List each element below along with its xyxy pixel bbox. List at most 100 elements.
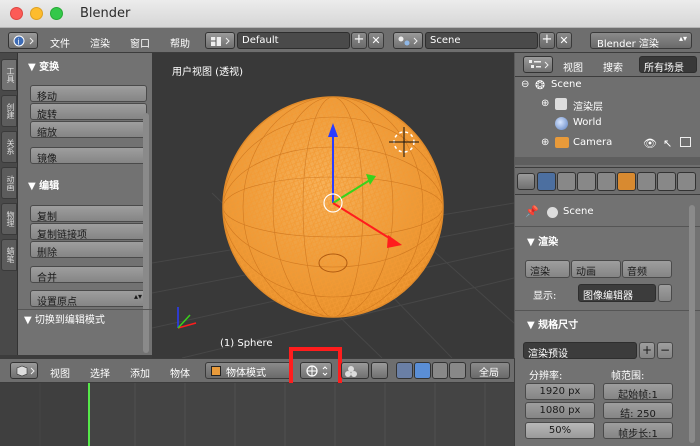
- outliner-filter-select[interactable]: 所有场景: [639, 56, 697, 74]
- set-origin-select[interactable]: 设置原点 ▴▾: [30, 290, 147, 308]
- data-tab-icon[interactable]: [677, 172, 696, 191]
- delete-scene-icon[interactable]: ✕: [556, 32, 572, 49]
- move-button[interactable]: 移动: [30, 85, 147, 103]
- properties-editor-icon[interactable]: [517, 173, 535, 190]
- editor-type-icon[interactable]: i: [8, 32, 38, 49]
- scene-tab-icon[interactable]: [577, 172, 596, 191]
- manipulator-toggle-icon[interactable]: [371, 362, 388, 379]
- menu-window[interactable]: 窗口: [130, 35, 150, 50]
- pivot-point-icon[interactable]: [341, 362, 369, 379]
- menu-add[interactable]: 添加: [130, 365, 150, 380]
- tab-animation[interactable]: 动画: [1, 167, 17, 199]
- toolshelf-scrollbar[interactable]: [143, 113, 149, 353]
- render-animation-button[interactable]: 动画: [571, 260, 621, 278]
- screen-layout-icon[interactable]: [205, 32, 235, 49]
- zoom-window-button[interactable]: [50, 7, 63, 20]
- render-panel-toggle[interactable]: ▼ 渲染: [527, 233, 558, 248]
- scene-icon: ❂: [535, 78, 546, 92]
- lock-icon[interactable]: [658, 284, 672, 302]
- resolution-percent-slider[interactable]: 50%: [525, 422, 595, 439]
- add-screen-icon[interactable]: +: [351, 32, 367, 49]
- visibility-eye-icon[interactable]: 👁: [643, 137, 657, 150]
- properties-scrollbar[interactable]: [689, 205, 695, 443]
- select-arrow-icon[interactable]: ↖: [663, 137, 672, 150]
- end-frame-field[interactable]: 结: 250: [603, 402, 673, 420]
- duplicate-linked-button[interactable]: 复制链接项: [30, 223, 147, 241]
- tab-grease-pencil[interactable]: 蜡笔: [1, 239, 17, 271]
- set-origin-label: 设置原点: [37, 297, 77, 308]
- operator-panel-toggle[interactable]: ▼ 切换到编辑模式: [24, 311, 105, 326]
- menu-select[interactable]: 选择: [90, 365, 110, 380]
- outliner-search-menu[interactable]: 搜索: [603, 59, 623, 74]
- mode-select[interactable]: 物体模式: [205, 362, 293, 379]
- object-tab-icon[interactable]: [617, 172, 636, 191]
- render-preset-select[interactable]: 渲染预设: [523, 342, 637, 360]
- transform-orientation-select[interactable]: 全局: [470, 362, 510, 379]
- toolshelf-tabs: 工具 创建 关系 动画 物理 蜡笔: [0, 53, 18, 355]
- close-window-button[interactable]: [10, 7, 23, 20]
- mirror-button[interactable]: 镜像: [30, 147, 147, 165]
- scene-field[interactable]: Scene: [425, 32, 538, 49]
- axes-icon[interactable]: [396, 362, 413, 379]
- menu-view[interactable]: 视图: [50, 365, 70, 380]
- delete-button[interactable]: 删除: [30, 241, 147, 259]
- modifiers-tab-icon[interactable]: [657, 172, 676, 191]
- scene-icon[interactable]: [393, 32, 423, 49]
- outliner-view-menu[interactable]: 视图: [563, 59, 583, 74]
- screen-layout-field[interactable]: Default: [237, 32, 350, 49]
- translate-icon[interactable]: [413, 362, 431, 379]
- menu-render[interactable]: 渲染: [90, 35, 110, 50]
- tab-physics[interactable]: 物理: [1, 203, 17, 235]
- timeline-grid: [0, 383, 486, 446]
- tab-relations[interactable]: 关系: [1, 131, 17, 163]
- pin-icon[interactable]: 📌: [525, 205, 539, 218]
- expand-icon[interactable]: ⊕: [541, 98, 549, 109]
- 3d-view-editor-icon[interactable]: [10, 362, 38, 379]
- outliner-editor-icon[interactable]: [523, 56, 553, 73]
- expand-icon[interactable]: ⊕: [541, 137, 549, 148]
- render-tab-icon[interactable]: [537, 172, 556, 191]
- resolution-y-field[interactable]: 1080 px: [525, 402, 595, 419]
- tab-tools[interactable]: 工具: [1, 59, 17, 91]
- join-button[interactable]: 合并: [30, 266, 147, 284]
- outliner-row-camera[interactable]: ⊕ Camera 👁 ↖: [515, 137, 700, 156]
- add-preset-icon[interactable]: +: [639, 342, 655, 359]
- render-engine-select[interactable]: Blender 渲染 ▴▾: [590, 32, 692, 50]
- timeline[interactable]: [0, 383, 514, 446]
- world-tab-icon[interactable]: [597, 172, 616, 191]
- outliner-hscrollbar[interactable]: [515, 157, 700, 165]
- edit-panel-toggle[interactable]: ▼ 编辑: [28, 177, 59, 192]
- add-scene-icon[interactable]: +: [539, 32, 555, 49]
- menu-help[interactable]: 帮助: [170, 35, 190, 50]
- menu-object[interactable]: 物体: [170, 365, 190, 380]
- scale-icon[interactable]: [449, 362, 466, 379]
- start-frame-field[interactable]: 起始帧:1: [603, 383, 673, 401]
- render-layers-tab-icon[interactable]: [557, 172, 576, 191]
- render-panel-title: 渲染: [538, 237, 559, 248]
- menu-file[interactable]: 文件: [50, 35, 70, 50]
- collapse-icon[interactable]: ⊖: [521, 79, 529, 90]
- axis-widget: [177, 307, 197, 329]
- tab-create[interactable]: 创建: [1, 95, 17, 127]
- audio-button[interactable]: 音频: [622, 260, 672, 278]
- rotate-icon[interactable]: [431, 362, 449, 379]
- scale-button[interactable]: 缩放: [30, 121, 147, 139]
- constraints-tab-icon[interactable]: [637, 172, 656, 191]
- outliner-row-scene[interactable]: ⊖ ❂ Scene: [515, 78, 700, 98]
- frame-step-field[interactable]: 帧步长:1: [603, 422, 673, 440]
- render-image-button[interactable]: 渲染: [525, 260, 570, 278]
- remove-preset-icon[interactable]: −: [657, 342, 673, 359]
- rotate-button[interactable]: 旋转: [30, 103, 147, 121]
- display-select[interactable]: 图像编辑器: [578, 284, 656, 302]
- dimensions-panel-toggle[interactable]: ▼ 规格尺寸: [527, 316, 578, 331]
- minimize-window-button[interactable]: [30, 7, 43, 20]
- duplicate-button[interactable]: 复制: [30, 205, 147, 223]
- panel-divider: [515, 226, 700, 227]
- resolution-x-field[interactable]: 1920 px: [525, 383, 595, 400]
- transform-panel-toggle[interactable]: ▼ 变换: [28, 58, 59, 73]
- render-camera-icon[interactable]: [680, 137, 691, 147]
- delete-screen-icon[interactable]: ✕: [368, 32, 384, 49]
- 3d-viewport[interactable]: 用户视图 (透视) (1) Sphere: [152, 53, 514, 358]
- outliner-row-renderlayer[interactable]: ⊕ 渲染层: [515, 98, 700, 117]
- outliner-row-world[interactable]: World: [515, 117, 700, 136]
